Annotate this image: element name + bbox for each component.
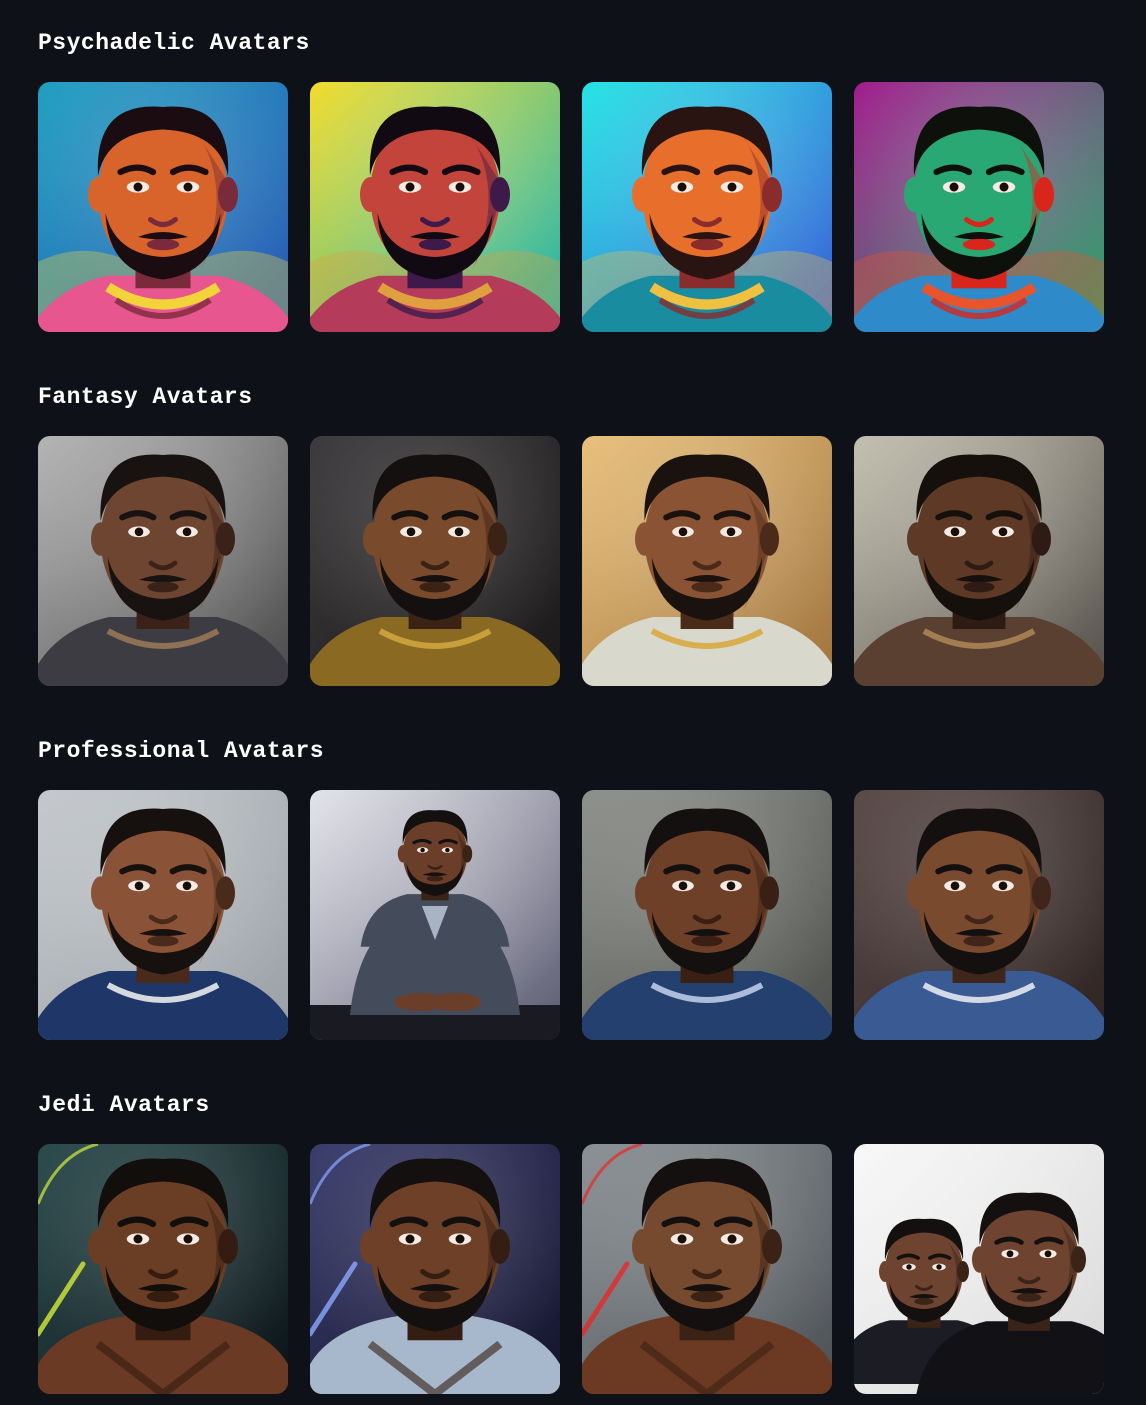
avatar-tile[interactable]: [582, 790, 832, 1040]
avatar-tile[interactable]: [854, 436, 1104, 686]
avatar-tile[interactable]: [582, 436, 832, 686]
avatar-image: [582, 82, 832, 332]
jedi-avatars-section: Jedi Avatars: [38, 1090, 1104, 1394]
avatar-image: [310, 436, 560, 686]
avatar-image: [854, 436, 1104, 686]
avatar-tile[interactable]: [582, 1144, 832, 1394]
avatar-image: [38, 1144, 288, 1394]
avatar-tile[interactable]: [310, 790, 560, 1040]
professional-avatars-section: Professional Avatars: [38, 736, 1104, 1040]
avatar-tile[interactable]: [582, 82, 832, 332]
avatar-tile[interactable]: [38, 1144, 288, 1394]
avatar-grid: [38, 790, 1104, 1040]
avatar-image: [310, 1144, 560, 1394]
avatar-image: [310, 790, 560, 1040]
section-title: Jedi Avatars: [38, 1092, 210, 1118]
avatar-grid: [38, 82, 1104, 332]
avatar-image: [582, 436, 832, 686]
avatar-image: [310, 82, 560, 332]
avatar-tile[interactable]: [38, 790, 288, 1040]
avatar-image: [582, 1144, 832, 1394]
section-title: Professional Avatars: [38, 738, 325, 764]
avatar-image: [38, 82, 288, 332]
psychadelic-avatars-section: Psychadelic Avatars: [38, 28, 1104, 332]
avatar-tile[interactable]: [310, 1144, 560, 1394]
section-title: Psychadelic Avatars: [38, 30, 310, 56]
avatar-tile[interactable]: [310, 436, 560, 686]
avatar-image: [38, 790, 288, 1040]
avatar-image: [854, 790, 1104, 1040]
avatar-image: [854, 1144, 1104, 1394]
section-title: Fantasy Avatars: [38, 384, 253, 410]
fantasy-avatars-section: Fantasy Avatars: [38, 382, 1104, 686]
avatar-tile[interactable]: [310, 82, 560, 332]
avatar-image: [854, 82, 1104, 332]
avatar-tile[interactable]: [854, 790, 1104, 1040]
avatar-image: [38, 436, 288, 686]
avatar-tile[interactable]: [38, 436, 288, 686]
avatar-tile[interactable]: [38, 82, 288, 332]
avatar-image: [582, 790, 832, 1040]
avatar-tile[interactable]: [854, 82, 1104, 332]
avatar-grid: [38, 436, 1104, 686]
avatar-grid: [38, 1144, 1104, 1394]
avatar-tile[interactable]: [854, 1144, 1104, 1394]
